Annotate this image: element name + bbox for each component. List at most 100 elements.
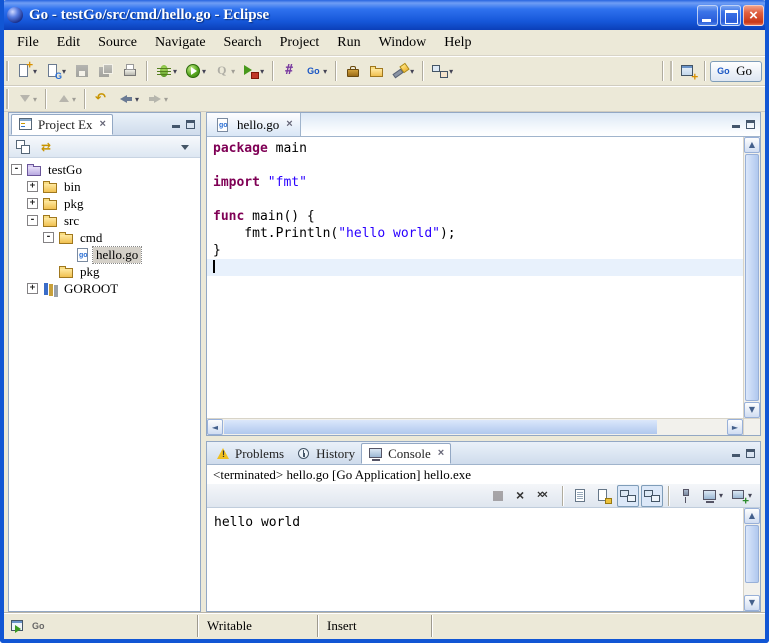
last-edit-location-button[interactable] <box>91 88 113 110</box>
project-explorer-tab[interactable]: Project Ex × <box>11 114 113 135</box>
view-menu-button[interactable] <box>174 137 196 157</box>
menu-navigate[interactable]: Navigate <box>146 32 215 54</box>
maximize-view-icon[interactable] <box>186 120 195 129</box>
debug-button[interactable]: ▾ <box>153 60 180 82</box>
tree-expander-icon[interactable]: + <box>27 181 38 192</box>
minimize-view-icon[interactable] <box>732 120 741 129</box>
menu-project[interactable]: Project <box>271 32 329 54</box>
back-dropdown-arrow[interactable]: ▾ <box>135 95 139 104</box>
menu-source[interactable]: Source <box>89 32 146 54</box>
scroll-down-icon[interactable]: ▼ <box>744 402 760 418</box>
tree-item-pkg[interactable]: +pkg <box>9 195 200 212</box>
print-button[interactable] <box>119 60 141 82</box>
remove-all-terminated-button[interactable] <box>535 485 557 507</box>
forward-dropdown-arrow[interactable]: ▾ <box>164 95 168 104</box>
code-line[interactable]: } <box>207 242 743 259</box>
code-line[interactable]: func main() { <box>207 208 743 225</box>
titlebar[interactable]: Go - testGo/src/cmd/hello.go - Eclipse <box>0 0 769 30</box>
toolbar-grip[interactable] <box>670 61 672 81</box>
minimize-view-icon[interactable] <box>172 120 181 129</box>
scroll-up-icon[interactable]: ▲ <box>744 508 760 524</box>
tree-item-src[interactable]: -src <box>9 212 200 229</box>
code-line[interactable]: fmt.Println("hello world"); <box>207 225 743 242</box>
pin-console-button[interactable] <box>675 485 697 507</box>
go-status-icon[interactable] <box>31 618 47 634</box>
open-resource-button[interactable] <box>342 60 364 82</box>
tree-expander-icon[interactable]: - <box>11 164 22 175</box>
scroll-down-icon[interactable]: ▼ <box>744 595 760 611</box>
open-console-button[interactable]: ▾ <box>728 485 755 507</box>
tree-item-testgo[interactable]: -testGo <box>9 161 200 178</box>
minimize-view-icon[interactable] <box>732 449 741 458</box>
menu-search[interactable]: Search <box>215 32 271 54</box>
tree-item-goroot[interactable]: +GOROOT <box>9 280 200 297</box>
menu-edit[interactable]: Edit <box>48 32 89 54</box>
new-go-element-button[interactable]: ▾ <box>42 60 69 82</box>
scrollbar-thumb[interactable] <box>224 420 657 434</box>
code-area[interactable]: package main import "fmt" func main() { fm… <box>207 137 743 418</box>
show-when-stdout-changes-button[interactable] <box>617 485 639 507</box>
search-button[interactable]: ▾ <box>390 60 417 82</box>
code-line[interactable] <box>207 259 743 276</box>
code-line[interactable]: import "fmt" <box>207 174 743 191</box>
search-dropdown-arrow[interactable]: ▾ <box>410 67 414 76</box>
code-line[interactable]: package main <box>207 140 743 157</box>
close-tab-icon[interactable]: × <box>438 448 444 459</box>
maximize-view-icon[interactable] <box>746 449 755 458</box>
toolbar-grip[interactable] <box>6 61 8 81</box>
show-when-stderr-changes-button[interactable] <box>641 485 663 507</box>
link-with-editor-button[interactable] <box>37 137 59 157</box>
new-wizard-button[interactable]: ▾ <box>13 60 40 82</box>
scrollbar-thumb[interactable] <box>745 525 759 583</box>
debug-dropdown-arrow[interactable]: ▾ <box>173 67 177 76</box>
console-output[interactable]: hello world <box>207 508 743 611</box>
scroll-right-icon[interactable]: ► <box>727 419 743 435</box>
run-external-tools-button[interactable]: ▾ <box>240 60 267 82</box>
display-selected-console-button[interactable]: ▾ <box>699 485 726 507</box>
editor-horizontal-scrollbar[interactable]: ◄ ► <box>207 418 760 435</box>
scrollbar-track[interactable] <box>223 419 727 435</box>
scroll-lock-button[interactable] <box>593 485 615 507</box>
code-line[interactable] <box>207 191 743 208</box>
tree-item-bin[interactable]: +bin <box>9 178 200 195</box>
scroll-up-icon[interactable]: ▲ <box>744 137 760 153</box>
minimize-button[interactable] <box>697 5 718 26</box>
previous-annotation-dropdown-arrow[interactable]: ▾ <box>72 95 76 104</box>
menu-window[interactable]: Window <box>370 32 436 54</box>
run-dropdown-arrow[interactable]: ▾ <box>202 67 206 76</box>
tree-expander-icon[interactable]: - <box>27 215 38 226</box>
tree-expander-icon[interactable]: + <box>27 198 38 209</box>
collapse-all-button[interactable] <box>13 137 35 157</box>
code-line[interactable] <box>207 157 743 174</box>
tree-expander-icon[interactable]: + <box>27 283 38 294</box>
tab-history[interactable]: History <box>290 443 361 464</box>
open-perspective-button[interactable] <box>677 60 699 82</box>
tree-item-cmd[interactable]: -cmd <box>9 229 200 246</box>
maximize-view-icon[interactable] <box>746 120 755 129</box>
go-tool-button[interactable]: ▾ <box>303 60 330 82</box>
display-selected-console-dropdown-arrow[interactable]: ▾ <box>719 491 723 500</box>
go-perspective-button[interactable]: Go <box>710 61 762 82</box>
tree-item-pkg[interactable]: pkg <box>9 263 200 280</box>
tab-problems[interactable]: Problems <box>209 443 290 464</box>
menu-help[interactable]: Help <box>435 32 480 54</box>
new-go-element-dropdown-arrow[interactable]: ▾ <box>62 67 66 76</box>
team-synchronize-dropdown-arrow[interactable]: ▾ <box>449 67 453 76</box>
tree-item-hello.go[interactable]: hello.go <box>9 246 200 263</box>
open-folder-button[interactable] <box>366 60 388 82</box>
close-editor-tab-icon[interactable]: × <box>286 119 292 130</box>
close-button[interactable] <box>743 5 764 26</box>
maximize-button[interactable] <box>720 5 741 26</box>
menu-file[interactable]: File <box>8 32 48 54</box>
scrollbar-thumb[interactable] <box>745 154 759 401</box>
menu-run[interactable]: Run <box>328 32 369 54</box>
run-button[interactable]: ▾ <box>182 60 209 82</box>
clear-console-button[interactable] <box>569 485 591 507</box>
new-go-app-button[interactable] <box>279 60 301 82</box>
scroll-left-icon[interactable]: ◄ <box>207 419 223 435</box>
console-vertical-scrollbar[interactable]: ▲ ▼ <box>743 508 760 611</box>
toolbar-grip[interactable] <box>6 89 8 109</box>
profile-dropdown-arrow[interactable]: ▾ <box>231 67 235 76</box>
editor-vertical-scrollbar[interactable]: ▲ ▼ <box>743 137 760 418</box>
remove-launch-button[interactable] <box>511 485 533 507</box>
